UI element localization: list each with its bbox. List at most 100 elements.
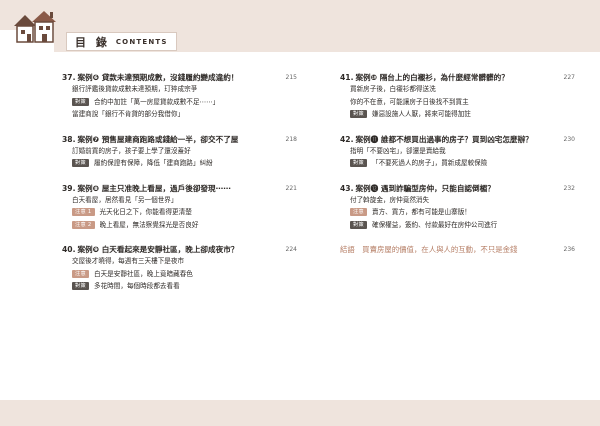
entry-title-text: 預售屋建商跑路或錢給一半，卻交不了屋 [101, 134, 239, 144]
left-column: 37. 案例❻ 貸款未達預期成數，沒錢履約變成違約！ 215 銀行評鑑後貸款成數未達預… [62, 72, 297, 306]
subline-text: 交屋後才曉得，每週有三天樓下是夜市 [72, 257, 185, 265]
toc-subline: 對策 合約中加註「萬一房屋貸款成數不足⋯⋯」 [72, 96, 297, 109]
subline-text: 多花時間，每個時段都去看看 [93, 282, 180, 290]
entry-number: 37. [62, 73, 76, 82]
subline-text: 銀行評鑑後貸款成數未達預期，玎猝成宗爭 [72, 85, 198, 93]
case-label: 案例 [77, 73, 93, 82]
subline-text: 賣方、買方，都有可能是山寨版！ [371, 208, 471, 216]
page-number: 221 [285, 184, 297, 192]
toc-subline: 銀行評鑑後貸款成數未達預期，玎猝成宗爭 [72, 83, 297, 96]
entry-number: 42. [340, 134, 354, 144]
entry-number: 40. [62, 245, 76, 254]
subline-text: 履約保證有保障，降低「建商跑路」糾紛 [93, 159, 213, 167]
subline-text: 當建商說「銀行不肯貸的部分我借你」 [72, 110, 185, 118]
toc-entry[interactable]: 40. 案例❾ 白天看起來是安靜社區，晚上卻成夜市？ 224 交屋後才曉得，每週有三天… [62, 244, 297, 293]
subline-text: 買新房子後，白襯衫都得送洗 [350, 85, 436, 93]
entry-number: 41. [340, 73, 354, 82]
case-label: 案例 [355, 183, 371, 193]
toc-entry[interactable]: 42. 案例⓫ 誰都不想買出過事的房子？買到凶宅怎麼辦？ 230 指明「不要凶宅」，卻… [340, 134, 575, 170]
toc-subline: 注意 1 光天化日之下，你能看得更清楚 [72, 206, 297, 219]
toc-entry-title[interactable]: 39. 案例❽ 屋主只准晚上看屋，過戶後卻發現⋯⋯ 221 [62, 183, 297, 194]
tag-badge: 對策 [72, 159, 89, 168]
toc-subline: 對策 履約保證有保障，降低「建商跑路」糾紛 [72, 157, 297, 170]
toc-subline: 注意 賣方、買方，都有可能是山寨版！ [350, 206, 575, 219]
toc-entry-title[interactable]: 42. 案例⓫ 誰都不想買出過事的房子？買到凶宅怎麼辦？ 230 [340, 134, 575, 145]
subline-text: 晚上看屋，無法察覺採光是否良好 [99, 220, 199, 229]
page-number: 227 [563, 74, 575, 81]
epilogue-entry[interactable]: 結語 買賣房屋的價值，在人與人的互動，不只是金錢 236 [340, 244, 575, 255]
tag-badge: 對策 [350, 110, 367, 119]
subline-text: 「不要死過人的房子」，買新成屋較保險 [371, 159, 488, 167]
subline-text: 合約中加註「萬一房屋貸款成數不足⋯⋯」 [93, 97, 220, 106]
entry-number: 43. [340, 183, 354, 193]
case-label: 案例 [77, 134, 93, 144]
page-number: 232 [563, 184, 575, 192]
subline-text: 嫌惡設施人人厭，將來可能得加註 [371, 110, 471, 118]
tag-badge: 對策 [350, 220, 367, 229]
toc-entry[interactable]: 41. 案例❿ 隔台上的白襯衫，為什麼經常髒髒的？ 227 買新房子後，白襯衫都得送洗… [340, 72, 575, 121]
toc-subline: 買新房子後，白襯衫都得送洗 [350, 83, 575, 96]
toc-entry-title[interactable]: 43. 案例⓬ 遇到詐騙型房仲，只能自認倒楣？ 232 [340, 183, 575, 194]
toc-entry[interactable]: 43. 案例⓬ 遇到詐騙型房仲，只能自認倒楣？ 232 付了斡旋金，房仲竟然消失 注意賣… [340, 183, 575, 232]
page-number: 218 [285, 135, 297, 143]
toc-subline: 注意 白天是安靜社區，晚上竟暗藏春色 [72, 268, 297, 281]
toc-subline: 對策 「不要死過人的房子」，買新成屋較保險 [350, 157, 575, 170]
entry-number: 38. [62, 134, 76, 144]
tag-badge: 對策 [350, 159, 367, 168]
entry-title-text: 隔台上的白襯衫，為什麼經常髒髒的？ [379, 73, 509, 82]
page-number: 236 [563, 246, 575, 253]
case-label: 案例 [77, 183, 93, 193]
toc-entry-title[interactable]: 37. 案例❻ 貸款未達預期成數，沒錢履約變成違約！ 215 [62, 72, 297, 83]
right-column: 41. 案例 ❿ 隔台上的白襯衫，為什麼經常髒髒的？ 227 買新房子後，白襯衫都得送洗… [340, 72, 575, 255]
page-number: 224 [285, 246, 297, 253]
page-number: 230 [563, 135, 575, 143]
toc-entry-title[interactable]: 41. 案例❿ 隔台上的白襯衫，為什麼經常髒髒的？ 227 [340, 72, 575, 83]
case-number-badge: ❽ [92, 183, 102, 193]
tag-badge: 注意 [350, 208, 367, 217]
toc-subline: 白天看屋，居然看見「另一個世界」 [72, 194, 297, 207]
toc-title-en: CONTENTS [115, 37, 168, 46]
epilogue-text: 結語 買賣房屋的價值，在人與人的互動，不只是金錢 [340, 245, 518, 254]
case-number-badge: ❿ [370, 73, 380, 82]
subline-text: 光天化日之下，你能看得更清楚 [99, 208, 192, 216]
toc-subline: 你的不在意，可能讓房子日後找不到買主 [350, 96, 575, 109]
case-label: 案例 [355, 134, 371, 144]
house-icon [14, 11, 56, 43]
toc-entry[interactable]: 37. 案例❻ 貸款未達預期成數，沒錢履約變成違約！ 215 銀行評鑑後貸款成數未達預… [62, 72, 297, 121]
toc-subline: 付了斡旋金，房仲竟然消失 [350, 194, 575, 207]
tag-badge: 對策 [72, 282, 89, 291]
entry-title-text: 屋主只准晚上看屋，過戶後卻發現⋯⋯ [101, 183, 231, 193]
toc-subline: 當建商說「銀行不肯貸的部分我借你」 [72, 108, 297, 121]
subline-text: 你的不在意，可能讓房子日後找不到買主 [350, 97, 469, 106]
toc-entry[interactable]: 39. 案例❽ 屋主只准晚上看屋，過戶後卻發現⋯⋯ 221 白天看屋，居然看見「另一個… [62, 183, 297, 232]
top-band [0, 0, 600, 30]
entry-title-text: 誰都不想買出過事的房子？買到凶宅怎麼辦？ [380, 134, 533, 144]
toc-subline: 對策 嫌惡設施人人厭，將來可能得加註 [350, 108, 575, 121]
toc-entry-title[interactable]: 40. 案例❾ 白天看起來是安靜社區，晚上卻成夜市？ 224 [62, 244, 297, 255]
subline-text: 付了斡旋金，房仲竟然消失 [350, 195, 430, 204]
toc-subline: 注意 2 晚上看屋，無法察覺採光是否良好 [72, 219, 297, 232]
tag-badge: 注意 1 [72, 208, 95, 217]
entry-title-text: 貸款未達預期成數，沒錢履約變成違約！ [101, 73, 239, 82]
toc-subline: 交屋後才曉得，每週有三天樓下是夜市 [72, 255, 297, 268]
page-number: 215 [285, 74, 297, 81]
toc-title: 目 錄 CONTENTS [66, 32, 177, 51]
subline-text: 白天看屋，居然看見「另一個世界」 [72, 195, 178, 204]
toc-entry[interactable]: 38. 案例❼ 預售屋建商跑路或錢給一半，卻交不了屋 218 訂婚前買的房子，孩子要上… [62, 134, 297, 170]
case-number-badge: ⓫ [370, 134, 381, 144]
case-number-badge: ❻ [92, 73, 102, 82]
case-number-badge: ❼ [92, 134, 102, 144]
toc-entry-title[interactable]: 38. 案例❼ 預售屋建商跑路或錢給一半，卻交不了屋 218 [62, 134, 297, 145]
subline-text: 白天是安靜社區，晚上竟暗藏春色 [93, 269, 193, 278]
toc-title-zh: 目 錄 [75, 35, 110, 49]
tag-badge: 注意 2 [72, 220, 95, 229]
toc-subline: 對策 多花時間，每個時段都去看看 [72, 280, 297, 293]
bottom-band [0, 400, 600, 426]
subline-text: 確保權益，簽約、付款最好在房仲公司進行 [371, 220, 498, 229]
tag-badge: 對策 [72, 97, 89, 106]
entry-title-text: 白天看起來是安靜社區，晚上卻成夜市？ [101, 245, 239, 254]
tag-badge: 注意 [72, 269, 89, 278]
toc-subline: 訂婚前買的房子，孩子要上學了還沒蓋好 [72, 145, 297, 158]
toc-subline: 對策 確保權益，簽約、付款最好在房仲公司進行 [350, 219, 575, 232]
case-label: 案例 [77, 245, 93, 254]
